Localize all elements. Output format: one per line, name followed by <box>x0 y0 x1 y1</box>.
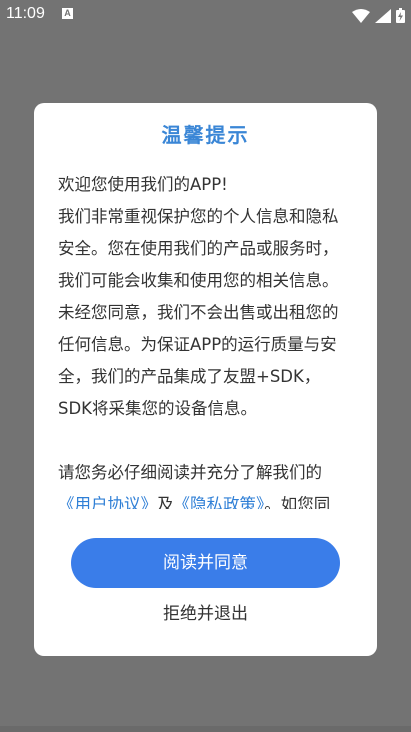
status-bar: 11:09 A <box>0 0 411 30</box>
user-agreement-link[interactable]: 《用户协议》 <box>58 495 157 509</box>
refuse-exit-button[interactable]: 拒绝并退出 <box>34 599 377 629</box>
privacy-statement-text: 我们非常重视保护您的个人信息和隐私安全。您在使用我们的产品或服务时，我们可能会收… <box>58 207 339 418</box>
bottom-navigation-strip <box>0 726 411 732</box>
battery-icon <box>396 8 405 23</box>
status-icons <box>352 6 405 23</box>
welcome-text: 欢迎您使用我们的APP! <box>58 175 228 194</box>
signal-icon <box>375 8 392 23</box>
dialog-title: 温馨提示 <box>161 123 250 147</box>
and-text: 及 <box>157 495 174 509</box>
agreement-prefix-text: 请您务必仔细阅读并充分了解我们的 <box>58 463 322 482</box>
agree-button[interactable]: 阅读并同意 <box>71 538 340 588</box>
status-time: 11:09 <box>6 5 45 22</box>
privacy-policy-link[interactable]: 《隐私政策》 <box>174 495 265 509</box>
agreement-suffix-text: 。如您同 <box>264 495 331 509</box>
notification-icon: A <box>62 8 73 19</box>
agreement-paragraph: 请您务必仔细阅读并充分了解我们的《用户协议》及《隐私政策》。如您同 <box>58 457 353 509</box>
privacy-dialog: 温馨提示 欢迎您使用我们的APP! 我们非常重视保护您的个人信息和隐私安全。您在… <box>34 103 377 656</box>
wifi-icon <box>352 8 371 23</box>
dialog-content[interactable]: 欢迎您使用我们的APP! 我们非常重视保护您的个人信息和隐私安全。您在使用我们的… <box>58 169 353 509</box>
